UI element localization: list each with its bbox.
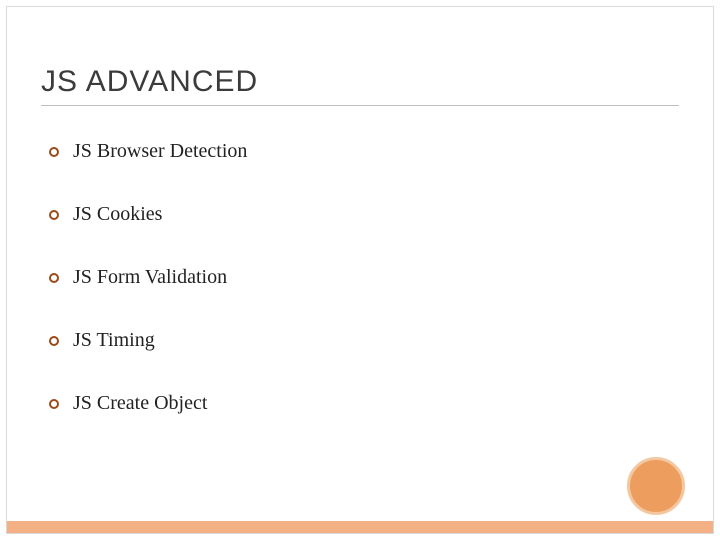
decorative-circle-icon [627,457,685,515]
bullet-icon [49,273,59,283]
bullet-icon [49,336,59,346]
list-item-label: JS Browser Detection [73,140,247,163]
bullet-icon [49,147,59,157]
accent-bar [7,521,713,533]
slide-title: JS ADVANCED [41,65,679,106]
list-item-label: JS Timing [73,329,155,352]
list-item: JS Timing [49,329,679,352]
list-item: JS Browser Detection [49,140,679,163]
list-item-label: JS Form Validation [73,266,227,289]
topic-list: JS Browser Detection JS Cookies JS Form … [41,140,679,415]
list-item: JS Create Object [49,392,679,415]
slide-frame: JS ADVANCED JS Browser Detection JS Cook… [6,6,714,534]
bullet-icon [49,399,59,409]
list-item-label: JS Cookies [73,203,162,226]
list-item: JS Form Validation [49,266,679,289]
list-item: JS Cookies [49,203,679,226]
bullet-icon [49,210,59,220]
slide-content: JS ADVANCED JS Browser Detection JS Cook… [41,65,679,455]
list-item-label: JS Create Object [73,392,207,415]
